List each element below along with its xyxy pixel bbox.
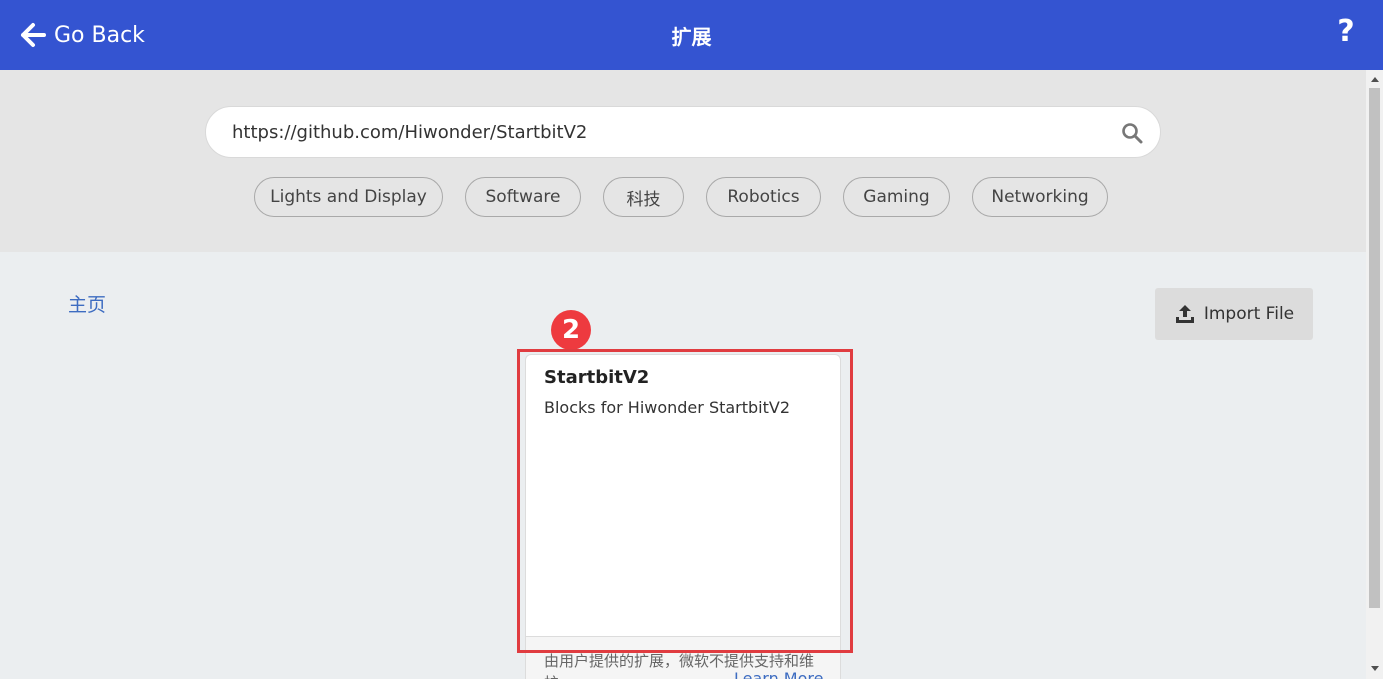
tag-software[interactable]: Software (465, 177, 581, 217)
scroll-down-arrow-icon[interactable] (1366, 662, 1383, 676)
tag-gaming[interactable]: Gaming (843, 177, 950, 217)
extension-card[interactable]: StartbitV2 Blocks for Hiwonder StartbitV… (525, 354, 841, 679)
search-icon[interactable] (1120, 121, 1144, 145)
tag-science[interactable]: 科技 (603, 177, 684, 217)
breadcrumb-home[interactable]: 主页 (68, 290, 106, 317)
extension-card-footer: 由用户提供的扩展，微软不提供支持和维护。 Learn More (526, 636, 840, 679)
scrollbar-thumb[interactable] (1369, 88, 1380, 608)
top-bar: Go Back 扩展 ? (0, 0, 1383, 70)
tag-robotics[interactable]: Robotics (706, 177, 821, 217)
page-title: 扩展 (671, 25, 712, 49)
upload-icon (1175, 305, 1194, 323)
import-file-button[interactable]: Import File (1155, 288, 1313, 340)
scroll-up-arrow-icon[interactable] (1366, 72, 1383, 86)
tag-networking[interactable]: Networking (972, 177, 1108, 217)
search-area: Lights and Display Software 科技 Robotics … (0, 70, 1366, 252)
tag-lights-and-display[interactable]: Lights and Display (254, 177, 443, 217)
extension-description: Blocks for Hiwonder StartbitV2 (544, 398, 791, 417)
scrollbar[interactable] (1366, 70, 1383, 679)
import-file-label: Import File (1203, 304, 1295, 324)
step-marker: 2 (551, 310, 591, 350)
help-button[interactable]: ? (1334, 14, 1358, 54)
search-input[interactable] (232, 115, 1092, 149)
learn-more-link[interactable]: Learn More (730, 669, 824, 679)
search-box (205, 106, 1161, 158)
extension-title: StartbitV2 (544, 367, 650, 388)
